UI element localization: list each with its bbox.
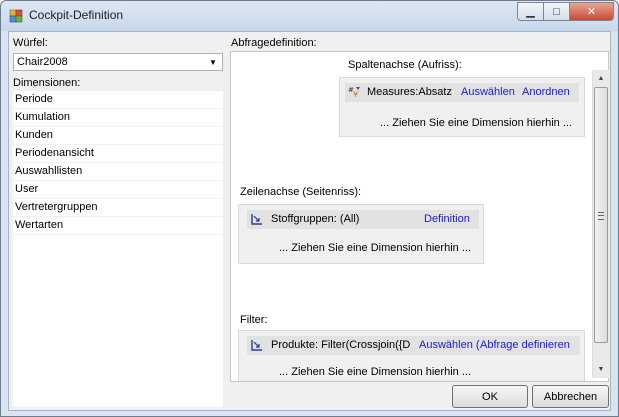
hierarchy-icon	[251, 340, 262, 351]
column-axis-section[interactable]: # ¥ Measures:Absatz Auswählen Anordnen .…	[339, 77, 585, 137]
list-item[interactable]: Kunden	[13, 127, 223, 145]
stoffgruppen-chip[interactable]: Stoffgruppen: (All) Definition	[247, 210, 479, 229]
minimize-icon: ▁	[526, 6, 535, 18]
row-axis-label: Zeilenachse (Seitenriss):	[240, 186, 362, 198]
close-icon: ✕	[586, 6, 597, 18]
dimensions-list[interactable]: Periode Kumulation Kunden Periodenansich…	[13, 91, 223, 407]
columns-drop-hint: ... Ziehen Sie eine Dimension hierhin ..…	[380, 117, 572, 129]
list-item[interactable]: Periodenansicht	[13, 145, 223, 163]
minimize-button[interactable]: ▁	[517, 2, 544, 21]
cancel-button[interactable]: Abbrechen	[532, 385, 609, 408]
dialog-window: Cockpit-Definition ▁ □ ✕ Würfel: Chair20…	[0, 0, 619, 417]
columns-select-link[interactable]: Auswählen	[461, 86, 515, 98]
scrollbar-thumb[interactable]	[594, 87, 608, 343]
produkte-chip-text: Produkte: Filter(Crossjoin({D	[271, 339, 411, 351]
column-axis-label: Spaltenachse (Aufriss):	[348, 59, 462, 71]
query-definition-panel: Spaltenachse (Aufriss): # ¥ Measures:Abs…	[230, 51, 609, 382]
query-definition-label: Abfragedefinition:	[231, 37, 317, 49]
filter-select-link[interactable]: Auswählen (	[419, 339, 480, 351]
columns-arrange-link[interactable]: Anordnen	[522, 86, 570, 98]
measures-icon: # ¥	[348, 86, 360, 99]
row-axis-section[interactable]: Stoffgruppen: (All) Definition ... Ziehe…	[238, 204, 484, 264]
maximize-icon: □	[553, 5, 560, 18]
caption-buttons: ▁ □ ✕	[517, 2, 614, 21]
dropdown-arrow-icon[interactable]: ▼	[205, 55, 221, 69]
rows-definition-link[interactable]: Definition	[424, 213, 470, 225]
hierarchy-icon	[251, 214, 262, 225]
app-icon	[9, 9, 23, 23]
dialog-client-area: Würfel: Chair2008 ▼ Dimensionen: Periode…	[8, 31, 611, 411]
list-item[interactable]: Kumulation	[13, 109, 223, 127]
filter-drop-hint: ... Ziehen Sie eine Dimension hierhin ..…	[279, 366, 471, 378]
cube-combobox[interactable]: Chair2008 ▼	[13, 53, 223, 71]
scroll-up-icon[interactable]: ▲	[593, 70, 609, 86]
filter-section[interactable]: Produkte: Filter(Crossjoin({D Auswählen …	[238, 330, 585, 381]
title-bar[interactable]: Cockpit-Definition ▁ □ ✕	[1, 1, 618, 31]
measures-chip[interactable]: # ¥ Measures:Absatz Auswählen Anordnen	[345, 83, 579, 102]
svg-text:¥: ¥	[353, 90, 358, 99]
list-item[interactable]: Wertarten	[13, 217, 223, 235]
produkte-chip[interactable]: Produkte: Filter(Crossjoin({D Auswählen …	[247, 336, 580, 355]
list-item[interactable]: Vertretergruppen	[13, 199, 223, 217]
filter-define-query-link[interactable]: Abfrage definieren	[480, 339, 570, 351]
close-button[interactable]: ✕	[570, 2, 614, 21]
dimensions-label: Dimensionen:	[13, 77, 81, 89]
window-title: Cockpit-Definition	[29, 8, 124, 22]
maximize-button[interactable]: □	[544, 2, 570, 21]
cube-value: Chair2008	[17, 56, 68, 68]
list-item[interactable]: Auswahllisten	[13, 163, 223, 181]
list-item[interactable]: User	[13, 181, 223, 199]
filter-label: Filter:	[240, 314, 268, 326]
scroll-down-icon[interactable]: ▼	[593, 361, 609, 377]
list-item[interactable]: Periode	[13, 91, 223, 109]
cube-label: Würfel:	[13, 37, 48, 49]
grip-icon	[598, 212, 604, 220]
stoffgruppen-chip-text: Stoffgruppen: (All)	[271, 213, 360, 225]
ok-button[interactable]: OK	[452, 385, 528, 408]
rows-drop-hint: ... Ziehen Sie eine Dimension hierhin ..…	[279, 242, 471, 254]
measures-chip-text: Measures:Absatz	[367, 86, 452, 98]
vertical-scrollbar[interactable]: ▲ ▼	[592, 70, 609, 378]
